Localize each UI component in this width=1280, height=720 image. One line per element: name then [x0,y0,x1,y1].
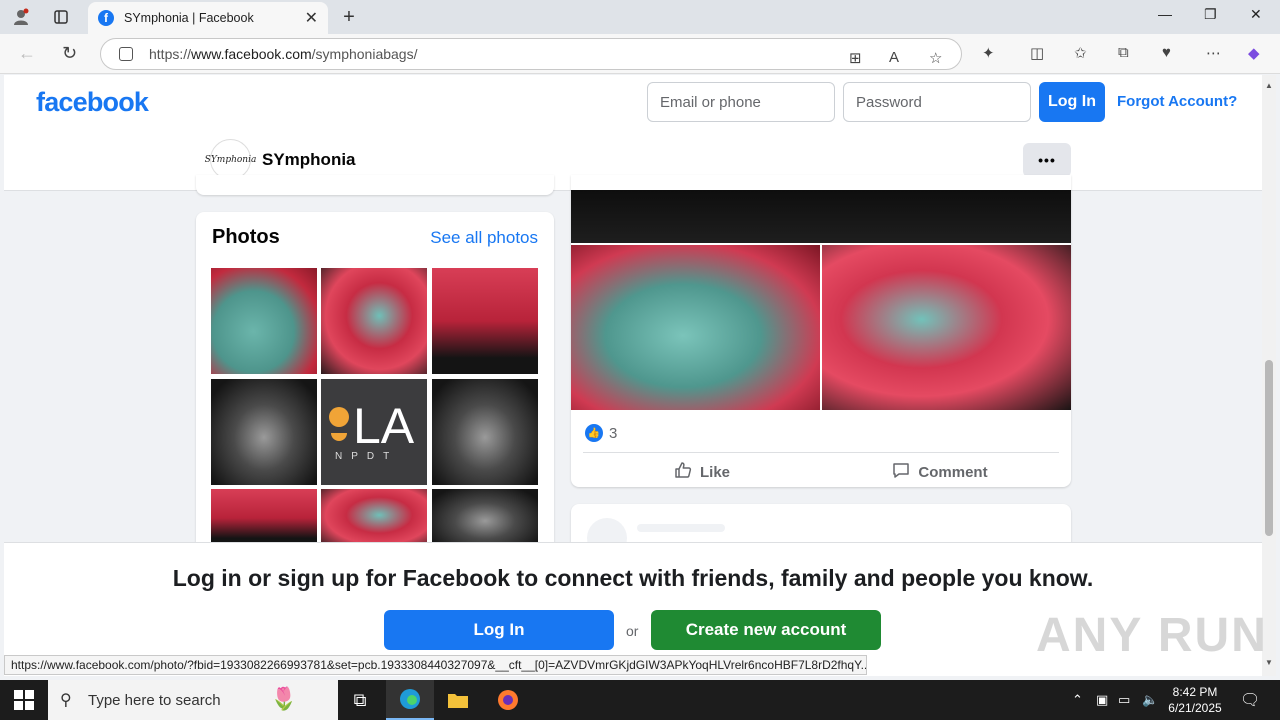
email-field[interactable] [647,82,835,122]
url-path: /symphoniabags/ [311,46,418,62]
previous-card-edge [196,175,554,195]
edge-browser-icon[interactable] [386,680,434,720]
la-logo-dot-icon [329,407,349,427]
search-icon: ⚲ [60,692,72,709]
photo-thumbnail[interactable] [321,489,427,547]
facebook-logo[interactable]: facebook [36,87,149,118]
post-photo-top[interactable] [571,190,1071,243]
photo-thumbnail[interactable] [321,268,427,374]
header-login-button[interactable]: Log In [1039,82,1105,122]
address-toolbar: ← ↻ https://www.facebook.com/symphoniaba… [0,34,1280,74]
facebook-header: facebook Log In Forgot Account? [4,75,1262,131]
post-card: 👍 3 Like Comment [571,175,1071,487]
address-bar[interactable]: https://www.facebook.com/symphoniabags/ … [100,38,962,70]
page-avatar[interactable]: SYmphonia [205,139,256,180]
profile-icon[interactable] [10,6,32,28]
see-all-photos-link[interactable]: See all photos [430,228,538,248]
favorite-star-icon[interactable]: ☆ [929,49,942,67]
windows-taskbar: ⚲ Type here to search 🌷 ⧉ ⌃ ▣ ▭ 🔈 8:42 P… [0,680,1280,720]
taskbar-search-placeholder: Type here to search [88,691,221,709]
file-explorer-icon[interactable] [434,680,482,720]
lock-icon [119,47,133,61]
comment-button[interactable]: Comment [821,456,1059,488]
password-field[interactable] [843,82,1031,122]
new-tab-button[interactable]: + [338,6,360,28]
network-icon[interactable]: ▭ [1118,692,1130,708]
anyrun-watermark: ANY RUN [1036,609,1268,662]
like-reaction-icon: 👍 [585,424,603,442]
browser-essentials-icon[interactable]: ♥ [1162,44,1171,61]
forgot-account-link[interactable]: Forgot Account? [1117,93,1237,110]
more-options-button[interactable]: ••• [1023,143,1071,177]
photo-thumbnail[interactable] [432,268,538,374]
reaction-summary[interactable]: 👍 3 [585,424,617,442]
page-scrollbar[interactable]: ▲ ▼ [1262,75,1276,676]
post-photo-right[interactable] [822,245,1071,410]
firefox-icon[interactable] [484,680,532,720]
clock-time: 8:42 PM [1172,685,1218,699]
refresh-icon[interactable]: ↻ [62,43,77,64]
settings-more-icon[interactable]: ⋯ [1206,44,1221,62]
window-close-icon[interactable]: ✕ [1250,6,1262,23]
task-view-icon[interactable]: ⧉ [336,680,384,720]
photo-thumbnail[interactable] [432,489,538,547]
tab-actions-icon[interactable] [50,6,72,28]
banner-login-button[interactable]: Log In [384,610,614,650]
comment-bubble-icon [892,461,910,483]
restore-icon[interactable]: ❐ [1204,6,1217,23]
photo-thumbnail[interactable] [211,379,317,485]
tab-close-icon[interactable]: ✕ [305,8,318,28]
tray-chevron-icon[interactable]: ⌃ [1072,692,1083,708]
la-logo-text: LA [353,398,415,454]
like-count: 3 [609,424,618,442]
browser-tab-bar: f SYmphonia | Facebook ✕ + — ❐ ✕ [0,0,1280,34]
search-highlight-flowers-icon: 🌷 [270,686,298,711]
page-viewport: facebook Log In Forgot Account? SYmphoni… [4,75,1262,676]
tray-device-icon[interactable]: ▣ [1096,692,1108,708]
divider [583,452,1059,453]
read-aloud-icon[interactable]: A [889,49,899,66]
windows-start-icon[interactable] [14,690,34,710]
status-bar-url: https://www.facebook.com/photo/?fbid=193… [4,655,867,675]
like-button[interactable]: Like [583,456,821,488]
back-icon[interactable]: ← [18,43,36,64]
url-prefix: https:// [149,46,192,62]
volume-icon[interactable]: 🔈 [1142,692,1158,708]
photo-thumbnail[interactable] [432,379,538,485]
post-photo-left[interactable] [571,245,820,410]
favorites-icon[interactable]: ✩ [1074,44,1087,62]
notification-icon[interactable]: 🗨 [1240,690,1260,710]
url-host: www.facebook.com [191,46,312,62]
app-available-icon[interactable]: ⊞ [849,49,862,67]
scrollbar-thumb[interactable] [1265,360,1273,536]
scroll-up-icon[interactable]: ▲ [1265,81,1273,90]
thumbs-up-icon [674,461,692,483]
la-logo-subtext: NPDT [335,451,399,462]
photos-card: Photos See all photos LA NPDT [196,212,554,552]
post-footer: 👍 3 Like Comment [571,410,1071,487]
split-screen-icon[interactable]: ◫ [1030,44,1044,62]
facebook-favicon-icon: f [98,10,114,26]
clock-date: 6/21/2025 [1168,701,1222,715]
la-logo-half-icon [331,433,347,441]
browser-tab-active[interactable]: f SYmphonia | Facebook ✕ [88,2,328,34]
collections-icon[interactable]: ⧉ [1118,44,1129,61]
skeleton-line [637,524,725,532]
taskbar-search[interactable]: ⚲ Type here to search 🌷 [48,680,338,720]
create-account-button[interactable]: Create new account [651,610,881,650]
system-clock[interactable]: 8:42 PM 6/21/2025 [1160,684,1230,716]
comment-label: Comment [918,463,988,481]
like-label: Like [699,463,730,481]
tab-title: SYmphonia | Facebook [124,11,254,25]
photo-thumbnail[interactable] [211,268,317,374]
photo-thumbnail[interactable] [211,489,317,547]
login-banner-text: Log in or sign up for Facebook to connec… [172,565,1094,591]
page-name[interactable]: SYmphonia [262,150,356,170]
extensions-icon[interactable]: ✦ [982,44,995,62]
photos-title: Photos [212,226,280,248]
copilot-icon[interactable]: ◆ [1248,44,1260,62]
minimize-icon[interactable]: — [1158,6,1172,22]
banner-or-label: or [626,623,639,639]
photo-thumbnail-la-logo[interactable]: LA NPDT [321,379,427,485]
